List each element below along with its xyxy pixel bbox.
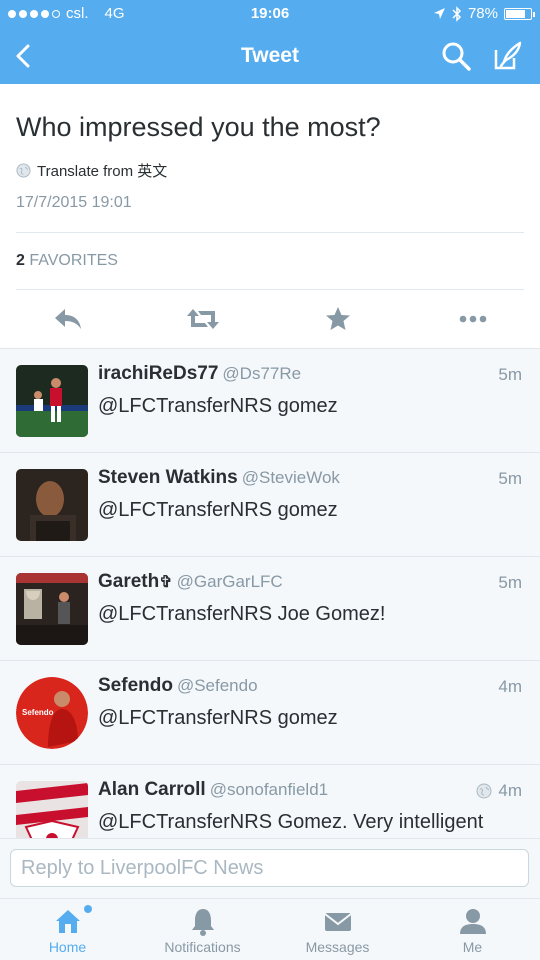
avatar[interactable] <box>16 365 88 437</box>
reply-author[interactable]: irachiReDs77 @Ds77Re <box>98 363 301 385</box>
reply-item[interactable]: Sefendo Sefendo @Sefendo 4m @LFCTransferN… <box>0 661 540 765</box>
reply-text: @LFCTransferNRS Joe Gomez! <box>98 603 386 625</box>
favorites-count[interactable]: 2 FAVORITES <box>16 252 118 270</box>
tab-home[interactable]: Home <box>0 899 135 960</box>
reply-author-handle: @Ds77Re <box>222 364 302 383</box>
avatar[interactable] <box>16 469 88 541</box>
bluetooth-icon <box>452 5 462 22</box>
favorites-label: FAVORITES <box>29 252 118 269</box>
tab-label: Messages <box>305 939 370 955</box>
favorites-number: 2 <box>16 252 25 269</box>
reply-item[interactable]: Steven Watkins @StevieWok 5m @LFCTransfer… <box>0 453 540 557</box>
reply-author-name: Sefendo <box>98 675 173 696</box>
reply-button[interactable] <box>0 290 135 348</box>
tab-notifications[interactable]: Notifications <box>135 899 270 960</box>
translate-label: Translate from 英文 <box>37 163 168 180</box>
reply-time-label: 5m <box>498 469 522 488</box>
reply-text: @LFCTransferNRS gomez <box>98 707 338 729</box>
compose-tweet-icon[interactable] <box>492 40 524 72</box>
cross-symbol: ✞ <box>159 574 173 591</box>
person-icon <box>459 909 486 934</box>
avatar[interactable] <box>16 573 88 645</box>
red-circle-player-image: Sefendo <box>16 677 88 749</box>
tab-label: Notifications <box>164 939 241 955</box>
notification-dot <box>84 905 92 913</box>
stadium-players-image <box>16 365 88 437</box>
reply-text: @LFCTransferNRS Gomez. Very intelligent <box>98 811 484 833</box>
reply-time: 5m <box>498 469 522 489</box>
location-arrow-icon <box>433 8 445 19</box>
tab-label: Home <box>48 939 87 955</box>
reply-time-label: 4m <box>498 781 522 800</box>
reply-author-handle: @sonofanfield1 <box>209 780 329 799</box>
header: csl. 4G 19:06 78% Tweet <box>0 0 540 84</box>
tab-label: Me <box>462 939 483 955</box>
reply-author[interactable]: Sefendo @Sefendo <box>98 675 258 697</box>
status-right: 78% <box>433 5 535 22</box>
reply-author-handle: @StevieWok <box>241 468 340 487</box>
reply-time: 4m <box>476 781 522 801</box>
search-icon[interactable] <box>440 40 472 72</box>
reply-icon <box>54 309 81 329</box>
reply-time: 5m <box>498 365 522 385</box>
reply-bar <box>0 838 540 898</box>
reply-time-label: 4m <box>498 677 522 696</box>
reply-text: @LFCTransferNRS gomez <box>98 395 338 417</box>
reply-author-name: Steven Watkins <box>98 467 238 488</box>
more-dots-icon <box>459 315 486 323</box>
liverpool-crest-image <box>16 781 88 838</box>
trophy-room-image <box>16 573 88 645</box>
reply-item[interactable]: Alan Carroll @sonofanfield1 4m @LFCTransf… <box>0 765 540 838</box>
reply-author-name: Gareth <box>98 571 160 592</box>
home-icon <box>55 910 80 933</box>
bell-icon <box>191 909 214 936</box>
avatar-text: Sefendo <box>22 708 54 717</box>
reply-author-name: irachiReDs77 <box>98 363 219 384</box>
battery-percent: 78% <box>467 5 498 22</box>
reply-author[interactable]: Gareth✞ @GarGarLFC <box>98 571 283 593</box>
reply-time: 4m <box>498 677 522 697</box>
tweet-actions <box>0 290 540 348</box>
reply-input[interactable] <box>10 849 529 887</box>
reply-author-handle: @Sefendo <box>176 676 258 695</box>
retweet-icon <box>186 309 219 329</box>
tab-bar: Home Notifications Messages Me <box>0 898 540 960</box>
tab-me[interactable]: Me <box>405 899 540 960</box>
status-bar: csl. 4G 19:06 78% <box>0 0 540 28</box>
more-options-button[interactable] <box>405 290 540 348</box>
reply-time-label: 5m <box>498 365 522 384</box>
replies-list: irachiReDs77 @Ds77Re 5m @LFCTransferNRS g… <box>0 348 540 838</box>
reply-author-name: Alan Carroll <box>98 779 206 800</box>
translate-link[interactable]: Translate from 英文 <box>16 160 167 181</box>
reply-author-handle: @GarGarLFC <box>176 572 283 591</box>
favorite-button[interactable] <box>270 290 405 348</box>
tweet-timestamp: 17/7/2015 19:01 <box>16 194 132 211</box>
reply-time: 5m <box>498 573 522 593</box>
globe-icon <box>16 163 31 178</box>
reply-item[interactable]: Gareth✞ @GarGarLFC 5m @LFCTransferNRS Joe… <box>0 557 540 661</box>
reply-author[interactable]: Steven Watkins @StevieWok <box>98 467 340 489</box>
portrait-image <box>16 469 88 541</box>
tweet-text: Who impressed you the most? <box>16 112 381 142</box>
envelope-icon <box>323 913 352 931</box>
star-icon <box>325 307 350 330</box>
avatar[interactable] <box>16 781 88 838</box>
tweet-detail: Who impressed you the most? Translate fr… <box>0 84 540 348</box>
battery-icon <box>504 7 535 20</box>
reply-author[interactable]: Alan Carroll @sonofanfield1 <box>98 779 328 801</box>
tab-messages[interactable]: Messages <box>270 899 405 960</box>
avatar[interactable]: Sefendo <box>16 677 88 749</box>
retweet-button[interactable] <box>135 290 270 348</box>
reply-time-label: 5m <box>498 573 522 592</box>
divider <box>16 232 524 233</box>
globe-icon <box>476 783 492 799</box>
reply-text: @LFCTransferNRS gomez <box>98 499 338 521</box>
reply-item[interactable]: irachiReDs77 @Ds77Re 5m @LFCTransferNRS g… <box>0 349 540 453</box>
nav-bar: Tweet <box>0 28 540 84</box>
